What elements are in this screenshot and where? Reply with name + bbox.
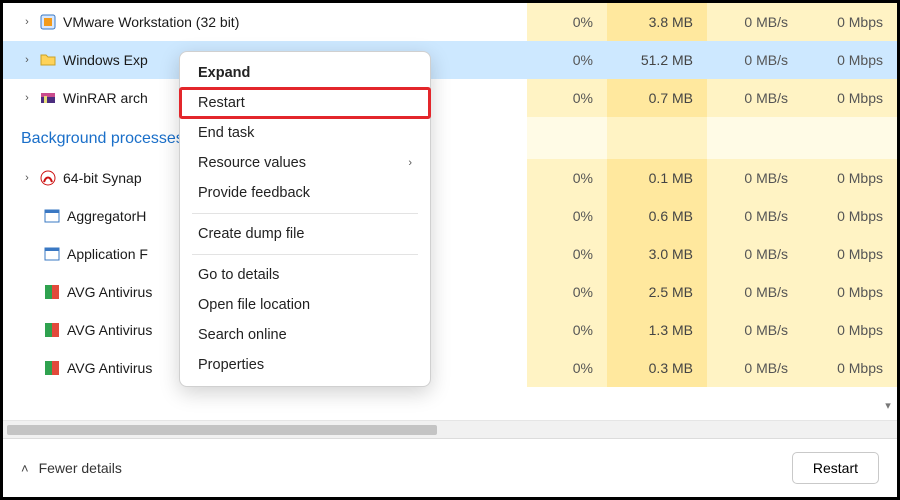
net-cell: 0 Mbps bbox=[802, 311, 897, 349]
menu-item-end-task[interactable]: End task bbox=[180, 118, 430, 148]
mem-cell: 51.2 MB bbox=[607, 41, 707, 79]
menu-separator bbox=[192, 254, 418, 255]
footer: ˄ Fewer details Restart bbox=[3, 439, 897, 497]
section-header: Background processes bbox=[21, 120, 184, 156]
cpu-cell: 0% bbox=[527, 79, 607, 117]
cpu-cell: 0% bbox=[527, 311, 607, 349]
menu-item-provide-feedback[interactable]: Provide feedback bbox=[180, 178, 430, 208]
avg-icon bbox=[43, 283, 61, 301]
cpu-cell: 0% bbox=[527, 3, 607, 41]
cpu-cell: 0% bbox=[527, 235, 607, 273]
scrollbar-thumb[interactable] bbox=[7, 425, 437, 435]
cpu-cell: 0% bbox=[527, 159, 607, 197]
app-icon bbox=[43, 245, 61, 263]
process-name: Application F bbox=[67, 246, 148, 262]
disk-cell: 0 MB/s bbox=[707, 235, 802, 273]
net-cell: 0 Mbps bbox=[802, 235, 897, 273]
process-row[interactable]: AVG Antivirus 0% 0.3 MB 0 MB/s 0 Mbps bbox=[3, 349, 897, 387]
net-cell: 0 Mbps bbox=[802, 159, 897, 197]
mem-cell: 0.3 MB bbox=[607, 349, 707, 387]
fewer-details-toggle[interactable]: ˄ Fewer details bbox=[21, 460, 122, 476]
vmware-icon bbox=[39, 13, 57, 31]
avg-icon bbox=[43, 359, 61, 377]
context-menu: Expand Restart End task Resource values›… bbox=[179, 51, 431, 387]
process-row[interactable]: AVG Antivirus 0% 1.3 MB 0 MB/s 0 Mbps bbox=[3, 311, 897, 349]
net-cell: 0 Mbps bbox=[802, 349, 897, 387]
chevron-right-icon[interactable]: › bbox=[21, 16, 33, 28]
disk-cell: 0 MB/s bbox=[707, 197, 802, 235]
menu-item-open-file-location[interactable]: Open file location bbox=[180, 290, 430, 320]
chevron-right-icon[interactable]: › bbox=[21, 54, 33, 66]
net-cell: 0 Mbps bbox=[802, 273, 897, 311]
disk-cell: 0 MB/s bbox=[707, 349, 802, 387]
menu-item-restart[interactable]: Restart bbox=[180, 88, 430, 118]
net-cell: 0 Mbps bbox=[802, 79, 897, 117]
menu-separator bbox=[192, 213, 418, 214]
process-name: VMware Workstation (32 bit) bbox=[63, 14, 239, 30]
process-list[interactable]: › VMware Workstation (32 bit) 0% 3.8 MB … bbox=[3, 3, 897, 420]
process-row[interactable]: AVG Antivirus 0% 2.5 MB 0 MB/s 0 Mbps bbox=[3, 273, 897, 311]
process-name: AVG Antivirus bbox=[67, 284, 152, 300]
winrar-icon bbox=[39, 89, 57, 107]
process-row[interactable]: › VMware Workstation (32 bit) 0% 3.8 MB … bbox=[3, 3, 897, 41]
process-name: AggregatorH bbox=[67, 208, 146, 224]
horizontal-scrollbar[interactable] bbox=[3, 420, 897, 438]
process-row[interactable]: › Windows Exp 0% 51.2 MB 0 MB/s 0 Mbps bbox=[3, 41, 897, 79]
cpu-cell: 0% bbox=[527, 349, 607, 387]
process-name: AVG Antivirus bbox=[67, 360, 152, 376]
menu-item-resource-values[interactable]: Resource values› bbox=[180, 148, 430, 178]
menu-item-properties[interactable]: Properties bbox=[180, 350, 430, 380]
net-cell: 0 Mbps bbox=[802, 3, 897, 41]
disk-cell: 0 MB/s bbox=[707, 159, 802, 197]
disk-cell: 0 MB/s bbox=[707, 79, 802, 117]
avg-icon bbox=[43, 321, 61, 339]
section-spacer: Background processes bbox=[3, 117, 897, 159]
task-manager-window: › VMware Workstation (32 bit) 0% 3.8 MB … bbox=[0, 0, 900, 500]
mem-cell: 0.1 MB bbox=[607, 159, 707, 197]
process-name: WinRAR arch bbox=[63, 90, 148, 106]
mem-cell: 1.3 MB bbox=[607, 311, 707, 349]
disk-cell: 0 MB/s bbox=[707, 273, 802, 311]
cpu-cell: 0% bbox=[527, 197, 607, 235]
process-name: Windows Exp bbox=[63, 52, 148, 68]
mem-cell: 0.7 MB bbox=[607, 79, 707, 117]
cpu-cell: 0% bbox=[527, 41, 607, 79]
process-name: AVG Antivirus bbox=[67, 322, 152, 338]
mem-cell: 0.6 MB bbox=[607, 197, 707, 235]
chevron-right-icon: › bbox=[408, 157, 412, 169]
disk-cell: 0 MB/s bbox=[707, 3, 802, 41]
synaptics-icon bbox=[39, 169, 57, 187]
process-name: 64-bit Synap bbox=[63, 170, 142, 186]
cpu-cell: 0% bbox=[527, 273, 607, 311]
chevron-right-icon[interactable]: › bbox=[21, 92, 33, 104]
app-icon bbox=[43, 207, 61, 225]
disk-cell: 0 MB/s bbox=[707, 41, 802, 79]
mem-cell: 3.0 MB bbox=[607, 235, 707, 273]
menu-item-search-online[interactable]: Search online bbox=[180, 320, 430, 350]
folder-icon bbox=[39, 51, 57, 69]
chevron-right-icon[interactable]: › bbox=[21, 172, 33, 184]
process-row[interactable]: Application F 0% 3.0 MB 0 MB/s 0 Mbps bbox=[3, 235, 897, 273]
chevron-up-icon: ˄ bbox=[21, 461, 29, 476]
process-row[interactable]: › 64-bit Synap 0% 0.1 MB 0 MB/s 0 Mbps bbox=[3, 159, 897, 197]
menu-item-expand[interactable]: Expand bbox=[180, 58, 430, 88]
menu-item-create-dump[interactable]: Create dump file bbox=[180, 219, 430, 249]
process-row[interactable]: › WinRAR arch 0% 0.7 MB 0 MB/s 0 Mbps bbox=[3, 79, 897, 117]
mem-cell: 3.8 MB bbox=[607, 3, 707, 41]
fewer-details-label: Fewer details bbox=[39, 460, 122, 476]
net-cell: 0 Mbps bbox=[802, 41, 897, 79]
scroll-down-icon[interactable]: ▾ bbox=[882, 399, 894, 413]
menu-item-go-to-details[interactable]: Go to details bbox=[180, 260, 430, 290]
disk-cell: 0 MB/s bbox=[707, 311, 802, 349]
mem-cell: 2.5 MB bbox=[607, 273, 707, 311]
net-cell: 0 Mbps bbox=[802, 197, 897, 235]
restart-button[interactable]: Restart bbox=[792, 452, 879, 484]
process-row[interactable]: AggregatorH 0% 0.6 MB 0 MB/s 0 Mbps bbox=[3, 197, 897, 235]
